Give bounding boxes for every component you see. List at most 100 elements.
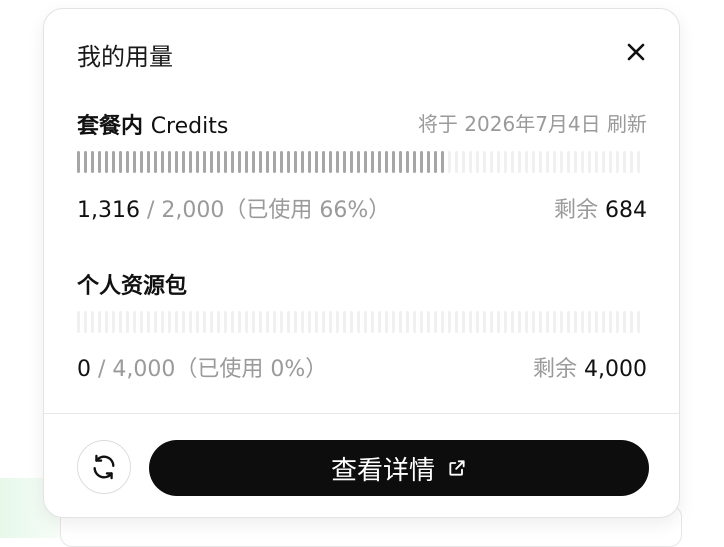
pack-progress-segment [476, 311, 479, 333]
pack-progress-segment [574, 311, 577, 333]
close-button[interactable] [624, 40, 648, 64]
pack-progress-segment [231, 311, 234, 333]
plan-progress-segment [252, 151, 255, 173]
plan-progress-segment [399, 151, 402, 173]
plan-progress-segment [259, 151, 262, 173]
pack-progress-segment [224, 311, 227, 333]
pack-progress-segment [77, 311, 80, 333]
pack-progress-segment [259, 311, 262, 333]
plan-progress-segment [301, 151, 304, 173]
pack-progress-segment [469, 311, 472, 333]
pack-progress-segment [595, 311, 598, 333]
plan-progress-segment [525, 151, 528, 173]
plan-progress-segment [161, 151, 164, 173]
plan-progress-segment [441, 151, 444, 173]
plan-progress-segment [147, 151, 150, 173]
pack-progress-segment [280, 311, 283, 333]
pack-progress-segment [525, 311, 528, 333]
pack-progress-segment [420, 311, 423, 333]
pack-progress-segment [315, 311, 318, 333]
plan-progress-segment [154, 151, 157, 173]
plan-progress-segment [483, 151, 486, 173]
pack-progress-segment [448, 311, 451, 333]
plan-progress-segment [602, 151, 605, 173]
plan-progress-segment [455, 151, 458, 173]
pack-remaining-value: 4,000 [584, 357, 647, 382]
pack-progress-segment [364, 311, 367, 333]
pack-progress-segment [462, 311, 465, 333]
pack-progress-segment [539, 311, 542, 333]
plan-progress-segment [203, 151, 206, 173]
pack-progress-segment [602, 311, 605, 333]
footer-divider [44, 413, 679, 414]
pack-progress-segment [161, 311, 164, 333]
plan-progress-segment [182, 151, 185, 173]
pack-progress-segment [196, 311, 199, 333]
plan-progress-segment [126, 151, 129, 173]
plan-progress-segment [98, 151, 101, 173]
pack-progress-segment [133, 311, 136, 333]
plan-remaining-value: 684 [605, 198, 647, 223]
plan-progress-segment [287, 151, 290, 173]
plan-progress-segment [553, 151, 556, 173]
plan-credits-title: 套餐内 Credits [77, 108, 228, 140]
plan-progress-segment [616, 151, 619, 173]
usage-panel: 我的用量 套餐内 Credits 将于 2026年7月4日 刷新 1,316 /… [43, 8, 680, 518]
pack-progress-segment [399, 311, 402, 333]
plan-progress-segment [413, 151, 416, 173]
refresh-button[interactable] [77, 440, 131, 494]
view-details-button[interactable]: 查看详情 [149, 440, 649, 496]
plan-progress-segment [371, 151, 374, 173]
plan-progress-segment [420, 151, 423, 173]
plan-progress-segment [210, 151, 213, 173]
plan-progress-segment [532, 151, 535, 173]
pack-progress-segment [546, 311, 549, 333]
plan-progress-segment [539, 151, 542, 173]
pack-progress-segment [630, 311, 633, 333]
plan-progress-segment [294, 151, 297, 173]
pack-progress-segment [581, 311, 584, 333]
pack-progress-segment [637, 311, 640, 333]
panel-title: 我的用量 [77, 43, 173, 71]
pack-progress-segment [455, 311, 458, 333]
plan-progress-segment [343, 151, 346, 173]
plan-progress-segment [518, 151, 521, 173]
plan-progress-segment [588, 151, 591, 173]
plan-progress-segment [77, 151, 80, 173]
plan-progress-segment [112, 151, 115, 173]
plan-title-cn: 套餐内 [77, 114, 144, 139]
plan-progress-segment [434, 151, 437, 173]
plan-progress-segment [476, 151, 479, 173]
pack-progress-segment [189, 311, 192, 333]
pack-progress-segment [245, 311, 248, 333]
pack-progress-segment [301, 311, 304, 333]
external-link-icon [449, 460, 465, 476]
plan-progress-segment [497, 151, 500, 173]
plan-progress-segment [427, 151, 430, 173]
pack-progress-segment [112, 311, 115, 333]
pack-progress-segment [518, 311, 521, 333]
plan-progress-segment [385, 151, 388, 173]
pack-progress-segment [210, 311, 213, 333]
plan-progress-segment [581, 151, 584, 173]
pack-progress-segment [504, 311, 507, 333]
plan-progress-segment [560, 151, 563, 173]
plan-progress-segment [245, 151, 248, 173]
pack-progress-bar [77, 311, 642, 333]
pack-progress-segment [329, 311, 332, 333]
plan-progress-segment [623, 151, 626, 173]
pack-progress-segment [343, 311, 346, 333]
plan-progress-segment [364, 151, 367, 173]
pack-used-value: 0 [77, 357, 91, 382]
pack-progress-segment [98, 311, 101, 333]
plan-used-value: 1,316 [77, 198, 140, 223]
plan-progress-segment [329, 151, 332, 173]
pack-progress-segment [483, 311, 486, 333]
pack-progress-segment [203, 311, 206, 333]
pack-progress-segment [357, 311, 360, 333]
plan-progress-segment [224, 151, 227, 173]
pack-title: 个人资源包 [77, 274, 188, 299]
pack-progress-segment [217, 311, 220, 333]
pack-usage-stats: 0 / 4,000（已使用 0%） [77, 351, 327, 383]
plan-progress-segment [266, 151, 269, 173]
